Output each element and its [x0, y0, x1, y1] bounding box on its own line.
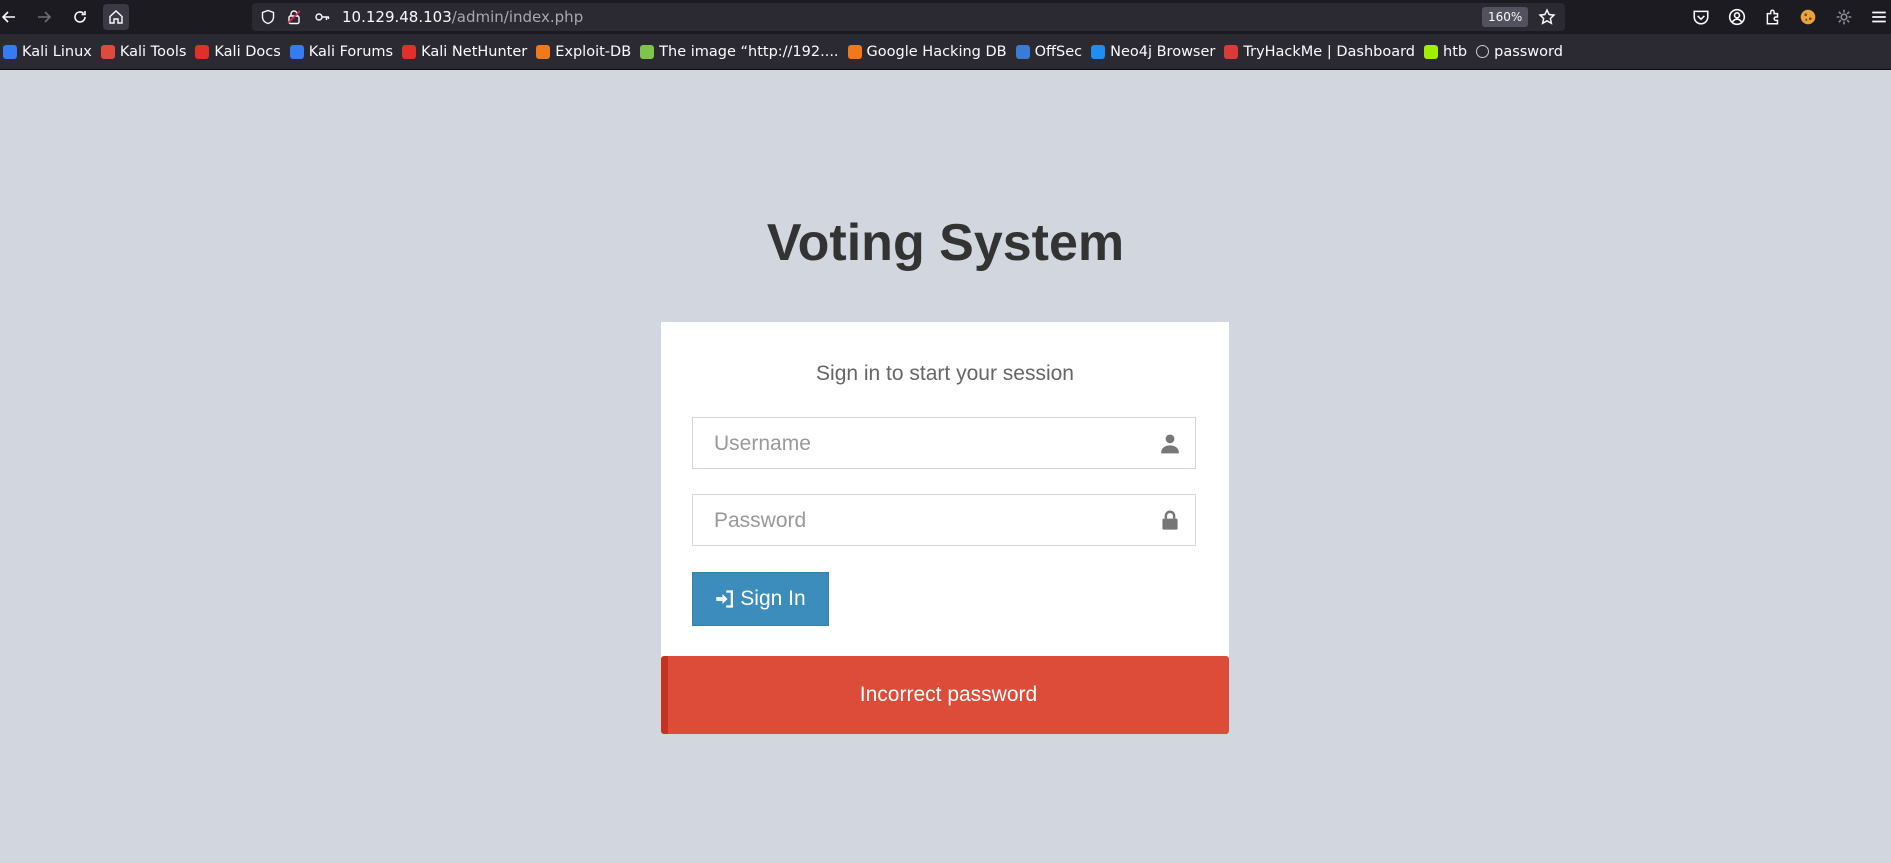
bookmark-htb[interactable]: htb — [1421, 40, 1473, 64]
username-field[interactable] — [692, 417, 1196, 470]
reload-button[interactable] — [67, 4, 93, 30]
tryhackme-icon — [1224, 44, 1239, 59]
lock-icon — [1162, 510, 1178, 530]
bookmark-label: Kali Forums — [308, 43, 394, 60]
bookmark-google-hacking-db[interactable]: Google Hacking DB — [845, 40, 1013, 64]
error-alert: Incorrect password — [661, 656, 1229, 734]
username-input[interactable] — [712, 418, 1136, 470]
bookmark-kali-forums[interactable]: Kali Forums — [287, 40, 399, 64]
bookmark-exploit-db[interactable]: Exploit-DB — [533, 40, 637, 64]
extension-cookie-icon[interactable] — [1799, 8, 1817, 26]
page-title: Voting System — [766, 214, 1125, 272]
bookmark-kali-nethunter[interactable]: Kali NetHunter — [399, 40, 533, 64]
arrow-right-icon — [38, 11, 52, 23]
bookmark-label: password — [1494, 43, 1563, 60]
htb-cube-icon — [1424, 44, 1439, 59]
kali-tools-icon — [100, 44, 115, 59]
bookmark-kali-linux[interactable]: Kali Linux — [0, 40, 98, 64]
user-icon — [1161, 434, 1179, 454]
page-content: Voting System Sign in to start your sess… — [0, 70, 1891, 863]
bookmark-label: Exploit-DB — [555, 43, 632, 60]
bookmark-neo4j-browser[interactable]: Neo4j Browser — [1088, 40, 1221, 64]
bookmark-label: Kali Linux — [22, 43, 92, 60]
password-input[interactable] — [712, 495, 1136, 547]
bookmark-kali-tools[interactable]: Kali Tools — [98, 40, 193, 64]
bookmark-image[interactable]: The image “http://192.... — [637, 40, 844, 64]
back-button[interactable] — [0, 4, 22, 30]
browser-toolbar: 10.129.48.103/admin/index.php 160% — [0, 0, 1891, 34]
bookmark-label: OffSec — [1034, 43, 1083, 60]
zoom-level-badge[interactable]: 160% — [1482, 7, 1529, 27]
ghdb-icon — [847, 44, 862, 59]
login-box: Sign in to start your session Sign In — [661, 322, 1229, 663]
image-icon — [640, 44, 655, 59]
arrow-left-icon — [1, 11, 15, 23]
bookmark-label: Google Hacking DB — [866, 43, 1007, 60]
kali-dragon-icon — [289, 44, 304, 59]
kali-dragon-icon — [3, 44, 17, 59]
sign-in-button[interactable]: Sign In — [692, 572, 829, 626]
login-box-message: Sign in to start your session — [816, 362, 1074, 385]
bookmark-offsec[interactable]: OffSec — [1013, 40, 1089, 64]
home-button[interactable] — [103, 4, 129, 30]
bookmark-label: Kali Docs — [214, 43, 281, 60]
bookmark-star-icon[interactable] — [1538, 8, 1556, 26]
terminal-icon — [1091, 44, 1106, 59]
menu-icon[interactable] — [1870, 8, 1888, 26]
offsec-icon — [1015, 44, 1030, 59]
sign-in-label: Sign In — [740, 587, 806, 610]
key-icon[interactable] — [314, 9, 330, 25]
bookmark-label: TryHackMe | Dashboard — [1243, 43, 1416, 60]
bookmark-label: The image “http://192.... — [659, 43, 839, 60]
bookmark-password[interactable]: password — [1473, 40, 1569, 64]
insecure-lock-icon[interactable] — [286, 9, 302, 25]
extensions-icon[interactable] — [1764, 8, 1782, 26]
bookmark-label: Neo4j Browser — [1110, 43, 1216, 60]
account-icon[interactable] — [1728, 8, 1746, 26]
bookmark-label: htb — [1443, 43, 1468, 60]
sign-in-icon — [716, 590, 734, 608]
error-message: Incorrect password — [859, 683, 1038, 706]
home-icon — [109, 10, 123, 24]
shield-icon[interactable] — [260, 9, 276, 25]
globe-icon — [1476, 45, 1490, 58]
forward-button[interactable] — [31, 4, 57, 30]
pocket-icon[interactable] — [1692, 8, 1710, 26]
nethunter-icon — [402, 44, 417, 59]
password-field[interactable] — [692, 494, 1196, 547]
url-text[interactable]: 10.129.48.103/admin/index.php — [342, 8, 583, 26]
reload-icon — [74, 11, 86, 23]
bookmark-kali-docs[interactable]: Kali Docs — [192, 40, 286, 64]
exploit-db-icon — [536, 44, 551, 59]
url-bar[interactable]: 10.129.48.103/admin/index.php 160% — [252, 3, 1565, 31]
kali-docs-icon — [195, 44, 210, 59]
extension-gear-icon[interactable] — [1835, 8, 1853, 26]
bookmark-label: Kali NetHunter — [421, 43, 528, 60]
bookmarks-bar: Kali Linux Kali Tools Kali Docs Kali For… — [0, 34, 1891, 70]
bookmark-tryhackme[interactable]: TryHackMe | Dashboard — [1221, 40, 1421, 64]
bookmark-label: Kali Tools — [119, 43, 187, 60]
url-host: 10.129.48.103 — [342, 8, 452, 26]
url-path: /admin/index.php — [451, 8, 584, 26]
